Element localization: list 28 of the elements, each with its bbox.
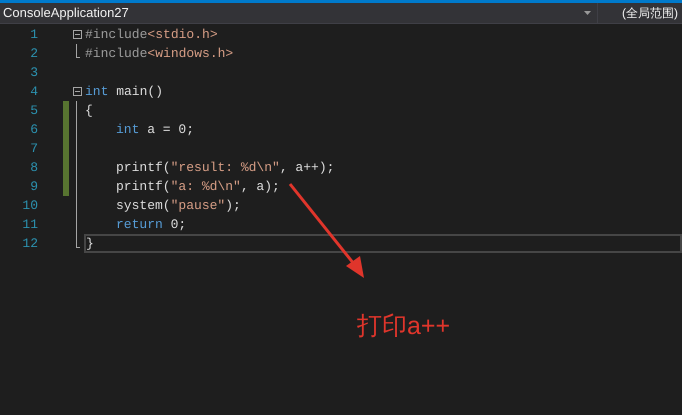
line-number: 10 bbox=[21, 196, 38, 215]
annotation-text: 打印a++ bbox=[357, 311, 450, 342]
project-dropdown[interactable]: ConsoleApplication27 bbox=[0, 3, 598, 23]
line-number: 9 bbox=[29, 178, 38, 196]
line-number: 4 bbox=[29, 82, 38, 101]
collapse-icon[interactable] bbox=[72, 87, 82, 96]
code-line: #include<stdio.h> bbox=[85, 26, 218, 44]
code-line: return 0; bbox=[116, 216, 186, 234]
code-line: { bbox=[85, 102, 93, 120]
code-line: #include<windows.h> bbox=[85, 44, 234, 63]
caret-icon bbox=[584, 11, 591, 15]
code-line: system("pause"); bbox=[116, 196, 241, 215]
line-number: 12 bbox=[21, 234, 38, 253]
code-line: int main() bbox=[85, 82, 164, 101]
scope-dropdown[interactable]: (全局范围) bbox=[598, 3, 682, 23]
code-line: } bbox=[86, 234, 94, 253]
code-line: printf("result: %d\n", a++); bbox=[116, 158, 334, 177]
code-line: int a = 0; bbox=[116, 120, 194, 139]
line-number: 11 bbox=[21, 216, 38, 234]
line-number: 7 bbox=[29, 140, 38, 158]
line-number: 1 bbox=[29, 26, 38, 44]
line-number: 5 bbox=[29, 102, 38, 120]
line-number: 2 bbox=[29, 44, 38, 63]
line-number: 3 bbox=[29, 64, 38, 82]
collapse-icon[interactable] bbox=[72, 30, 82, 39]
code-line: printf("a: %d\n", a); bbox=[116, 178, 280, 196]
line-number: 8 bbox=[29, 158, 38, 177]
line-number: 6 bbox=[29, 120, 38, 139]
